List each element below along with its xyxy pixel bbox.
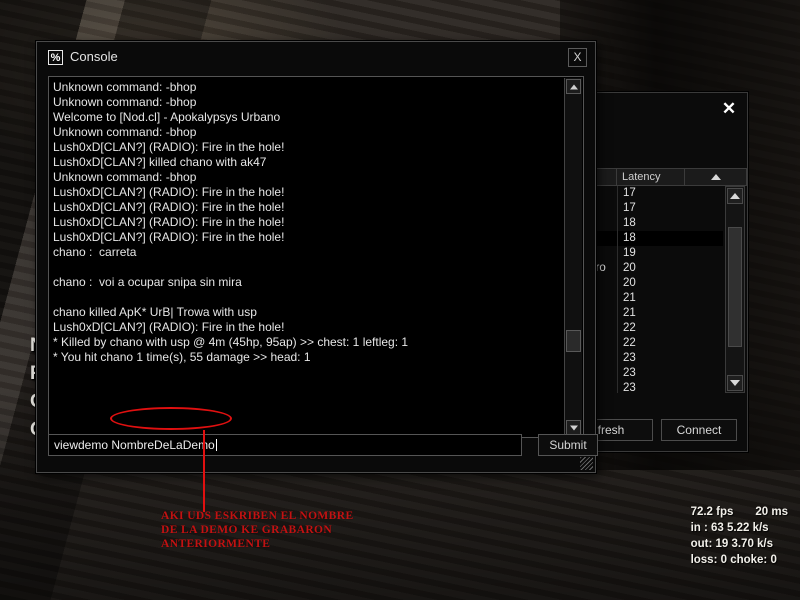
- console-log-line: Unknown command: -bhop: [53, 170, 197, 184]
- game-screen: New Game Find Servers Options Quit ✕ Lat…: [0, 0, 800, 600]
- server-latency-cell: 20: [617, 261, 685, 276]
- text-caret: [215, 439, 217, 451]
- scroll-down-button[interactable]: [727, 375, 743, 391]
- console-input-row: viewdemo NombreDeLaDemo Submit: [48, 434, 598, 456]
- connect-button[interactable]: Connect: [661, 419, 737, 441]
- server-latency-cell: 19: [617, 246, 685, 261]
- close-icon[interactable]: X: [568, 48, 587, 67]
- console-log-line: * You hit chano 1 time(s), 55 damage >> …: [53, 350, 311, 364]
- console-log-line: chano : carreta: [53, 245, 137, 259]
- console-log-line: Lush0xD[CLAN?] (RADIO): Fire in the hole…: [53, 230, 285, 244]
- column-header-sort[interactable]: [685, 169, 747, 185]
- console-window: % Console X Unknown command: -bhop Unknow…: [36, 41, 598, 473]
- server-latency-cell: 22: [617, 336, 685, 351]
- net-stats-overlay: 72.2 fps 20 ms in : 63 5.22 k/s out: 19 3…: [691, 504, 788, 568]
- net-loss-row: loss: 0 choke: 0: [690, 554, 777, 566]
- server-latency-cell: 23: [617, 366, 685, 381]
- console-log-line: Lush0xD[CLAN?] killed chano with ak47: [53, 155, 267, 169]
- close-icon[interactable]: ✕: [719, 99, 739, 119]
- console-log-line: chano killed ApK* UrB| Trowa with usp: [53, 305, 257, 319]
- triangle-up-icon: [710, 174, 721, 180]
- scroll-up-button[interactable]: [566, 79, 581, 94]
- server-latency-cell: 21: [617, 291, 685, 306]
- console-log-line: Lush0xD[CLAN?] (RADIO): Fire in the hole…: [53, 185, 285, 199]
- window-title: Console: [70, 49, 118, 64]
- server-latency-cell: 18: [617, 231, 685, 246]
- server-latency-cell: 20: [617, 276, 685, 291]
- console-log-line: Lush0xD[CLAN?] (RADIO): Fire in the hole…: [53, 200, 285, 214]
- scrollbar-thumb[interactable]: [566, 330, 581, 352]
- net-out-row: out: 19 3.70 k/s: [690, 538, 774, 550]
- resize-grip-icon[interactable]: [580, 457, 593, 470]
- command-input-value: viewdemo NombreDeLaDemo: [54, 438, 215, 452]
- console-log-line: Unknown command: -bhop: [53, 95, 197, 109]
- server-latency-cell: 17: [617, 201, 685, 216]
- console-percent-icon: %: [48, 50, 63, 65]
- annotation-text-line-3: ANTERIORMENTE: [161, 538, 271, 550]
- scroll-down-button[interactable]: [566, 420, 581, 435]
- console-log-line: Unknown command: -bhop: [53, 80, 197, 94]
- triangle-down-icon: [730, 380, 740, 386]
- ping-value: 20 ms: [755, 506, 788, 518]
- server-latency-cell: 23: [617, 381, 685, 393]
- server-latency-cell: 18: [617, 216, 685, 231]
- triangle-up-icon: [730, 193, 740, 199]
- server-latency-cell: 17: [617, 186, 685, 201]
- fps-row: 72.2 fps 20 ms: [691, 504, 788, 520]
- server-list-scrollbar[interactable]: [725, 186, 745, 393]
- server-latency-cell: 23: [617, 351, 685, 366]
- command-input[interactable]: viewdemo NombreDeLaDemo: [48, 434, 522, 456]
- console-log-line: Lush0xD[CLAN?] (RADIO): Fire in the hole…: [53, 320, 285, 334]
- scroll-up-button[interactable]: [727, 188, 743, 204]
- console-log-lines: Unknown command: -bhop Unknown command: -…: [53, 80, 559, 365]
- annotation-text: AKI UDS ESKRIBEN EL NOMBRE DE LA DEMO KE…: [161, 509, 354, 551]
- console-scrollbar[interactable]: [564, 78, 582, 436]
- column-header-latency[interactable]: Latency: [617, 169, 685, 185]
- triangle-up-icon: [569, 84, 578, 89]
- console-log-line: Welcome to [Nod.cl] - Apokalypsys Urbano: [53, 110, 281, 124]
- console-log-line: Unknown command: -bhop: [53, 125, 197, 139]
- server-latency-cell: 21: [617, 306, 685, 321]
- console-log-line: [53, 260, 559, 275]
- submit-button[interactable]: Submit: [538, 434, 598, 456]
- server-latency-cell: 22: [617, 321, 685, 336]
- fps-value: 72.2 fps: [690, 506, 734, 518]
- console-log-line: [53, 290, 559, 305]
- scrollbar-thumb[interactable]: [728, 227, 742, 347]
- console-log-line: chano : voi a ocupar snipa sin mira: [53, 275, 242, 289]
- annotation-text-line-1: AKI UDS ESKRIBEN EL NOMBRE: [161, 510, 354, 522]
- annotation-text-line-2: DE LA DEMO KE GRABARON: [161, 524, 333, 536]
- console-log-line: * Killed by chano with usp @ 4m (45hp, 9…: [53, 335, 409, 349]
- console-titlebar[interactable]: % Console X: [37, 42, 595, 74]
- console-log-line: Lush0xD[CLAN?] (RADIO): Fire in the hole…: [53, 140, 285, 154]
- net-in-row: in : 63 5.22 k/s: [690, 522, 769, 534]
- triangle-down-icon: [569, 425, 578, 430]
- console-output: Unknown command: -bhop Unknown command: -…: [48, 76, 584, 438]
- console-log-line: Lush0xD[CLAN?] (RADIO): Fire in the hole…: [53, 215, 285, 229]
